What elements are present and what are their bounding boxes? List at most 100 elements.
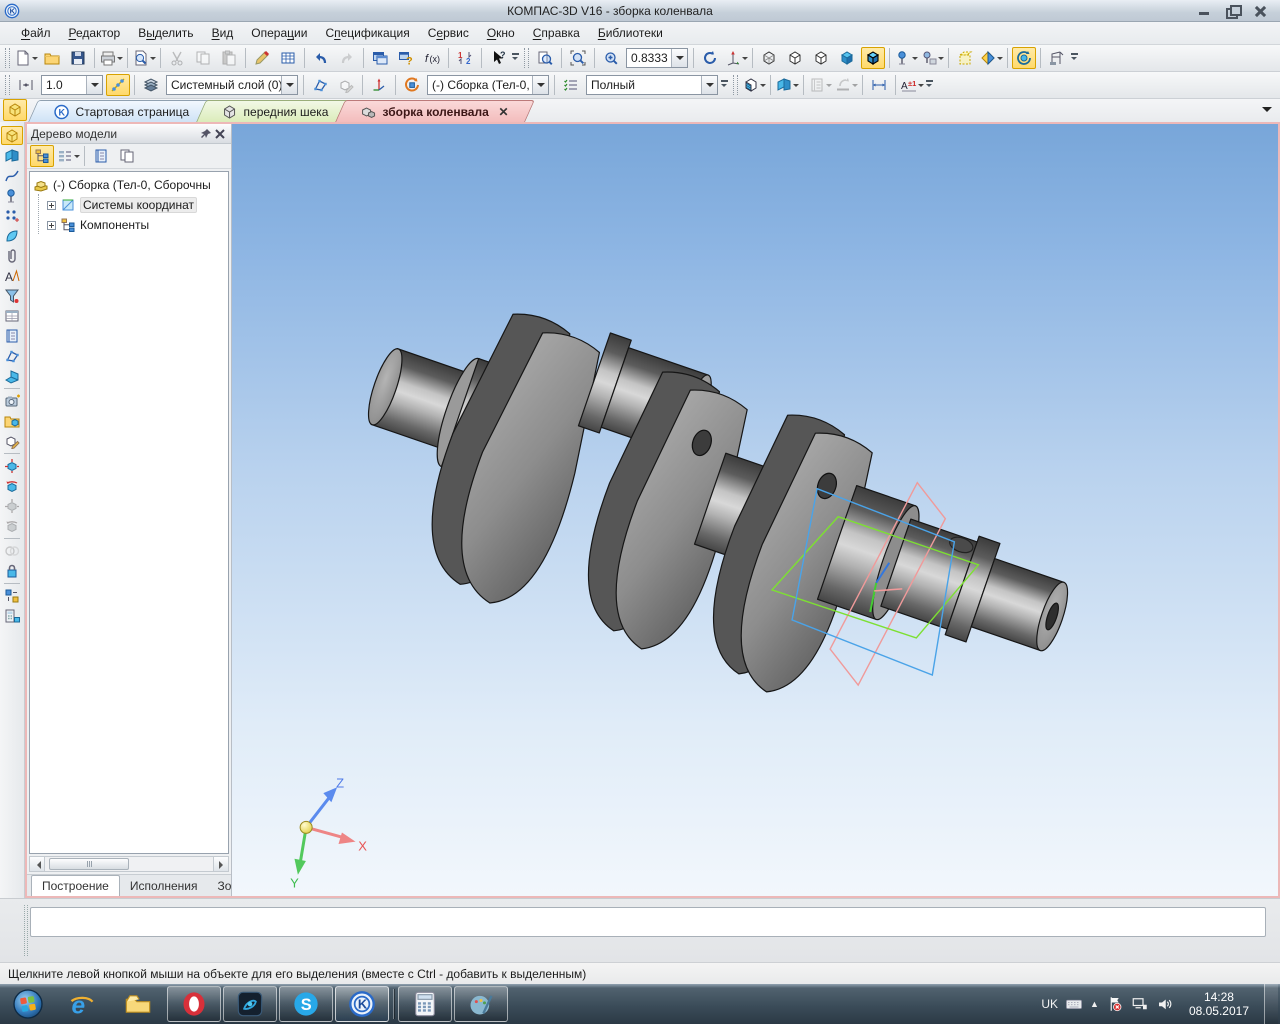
dropdown-caret-icon[interactable] — [912, 50, 917, 66]
dropdown-caret-icon[interactable] — [826, 77, 831, 93]
spatial-curves-button[interactable] — [1, 166, 23, 185]
window-manager-button[interactable] — [368, 47, 392, 69]
undo-button[interactable] — [309, 47, 333, 69]
points-array-button[interactable] — [1, 206, 23, 225]
current-model-dropdown-icon[interactable] — [532, 76, 548, 94]
new-document-button[interactable] — [14, 47, 38, 69]
variables-button[interactable] — [420, 47, 444, 69]
language-indicator[interactable]: UK — [1041, 997, 1058, 1011]
new-model-button[interactable] — [3, 99, 27, 121]
hidden-lines-display-button[interactable] — [783, 47, 807, 69]
detail-level-dropdown-icon[interactable] — [701, 76, 717, 94]
parameterization-button[interactable] — [1, 346, 23, 365]
edit-in-place-button[interactable] — [1, 431, 23, 450]
dropdown-caret-icon[interactable] — [852, 77, 857, 93]
toolbar-overflow-button[interactable] — [925, 75, 935, 95]
toolbar-overflow-button[interactable] — [1070, 48, 1080, 68]
hidden-lines-thin-display-button[interactable] — [809, 47, 833, 69]
refresh-image-button[interactable] — [698, 47, 722, 69]
menu-view[interactable]: Вид — [203, 23, 243, 43]
detail-level-combo[interactable]: Полный — [586, 75, 718, 95]
toolbar-overflow-button[interactable] — [720, 75, 730, 95]
close-button[interactable] — [1252, 4, 1270, 18]
dropdown-caret-icon[interactable] — [742, 50, 747, 66]
reports-button[interactable] — [1, 306, 23, 325]
current-layer-dropdown-icon[interactable] — [281, 76, 297, 94]
property-bar-grip[interactable] — [24, 905, 28, 956]
move-component-button[interactable] — [1, 456, 23, 475]
zoom-in-box-button[interactable] — [599, 47, 623, 69]
tree-composition-button[interactable] — [56, 145, 80, 167]
rebuild-model-button[interactable] — [400, 74, 424, 96]
scale-dropdown-icon[interactable] — [671, 49, 687, 67]
minimize-button[interactable] — [1196, 4, 1214, 18]
menu-operations[interactable]: Операции — [242, 23, 316, 43]
taskbar-paint[interactable] — [454, 986, 508, 1022]
display-modes-button[interactable] — [979, 47, 1003, 69]
dropdown-caret-icon[interactable] — [150, 50, 155, 66]
hidden-icons-button[interactable]: ▲ — [1090, 999, 1099, 1009]
snap-points-button[interactable] — [106, 74, 130, 96]
help-topics-button[interactable] — [394, 47, 418, 69]
edit-component-button[interactable] — [1, 126, 23, 145]
model-section-button[interactable] — [742, 74, 766, 96]
component-sets-button[interactable] — [1, 586, 23, 605]
specification-tools-button[interactable] — [1, 326, 23, 345]
step-value-combo[interactable]: 1.0 — [41, 75, 103, 95]
capture-image-button[interactable] — [1, 391, 23, 410]
toolbar-grip[interactable] — [524, 48, 529, 68]
dropdown-caret-icon[interactable] — [918, 77, 923, 93]
wireframe-display-button[interactable] — [757, 47, 781, 69]
taskbar-windows-explorer[interactable] — [111, 986, 165, 1022]
taskbar-calculator[interactable] — [398, 986, 452, 1022]
menu-service[interactable]: Сервис — [419, 23, 478, 43]
local-cs-button[interactable] — [367, 74, 391, 96]
action-center-icon[interactable] — [1106, 995, 1124, 1013]
layers-button[interactable] — [139, 74, 163, 96]
exchange-order-button[interactable] — [453, 47, 477, 69]
open-document-button[interactable] — [40, 47, 64, 69]
tolerances-button[interactable] — [900, 74, 924, 96]
show-desktop-button[interactable] — [1264, 984, 1278, 1024]
print-preview-button[interactable] — [132, 47, 156, 69]
model-tree[interactable]: (-) Сборка (Тел-0, Сборочны Системы коор… — [29, 171, 229, 854]
document-tab-part[interactable]: передния шека — [201, 100, 350, 122]
dimensions-button[interactable] — [867, 74, 891, 96]
rotate-model-button[interactable] — [1012, 47, 1036, 69]
measurements-button[interactable] — [1, 266, 23, 285]
tree-item-components[interactable]: Компоненты — [33, 215, 228, 235]
restore-button[interactable] — [1224, 4, 1242, 18]
toolbar-overflow-button[interactable] — [511, 48, 521, 68]
current-model-combo[interactable]: (-) Сборка (Тел-0, С — [427, 75, 549, 95]
taskbar-cad-viewer[interactable] — [223, 986, 277, 1022]
simplified-display-button[interactable] — [894, 47, 918, 69]
properties-button[interactable] — [276, 47, 300, 69]
grid-step-button[interactable] — [14, 74, 38, 96]
dimensions-cube-button[interactable] — [953, 47, 977, 69]
pin-icon[interactable] — [199, 127, 213, 141]
filters-button[interactable] — [1, 286, 23, 305]
taskbar-kompas-3d[interactable] — [335, 986, 389, 1022]
document-tab-asm[interactable]: зборка коленвала✕ — [340, 100, 530, 122]
tree-additional-window-button[interactable] — [115, 145, 139, 167]
current-layer-combo[interactable]: Системный слой (0) — [166, 75, 298, 95]
copy-properties-button[interactable] — [250, 47, 274, 69]
menu-libraries[interactable]: Библиотеки — [589, 23, 672, 43]
menu-specification[interactable]: Спецификация — [316, 23, 418, 43]
panel-close-icon[interactable] — [213, 127, 227, 141]
fix-component-button[interactable] — [1, 561, 23, 580]
objects-list-button[interactable] — [559, 74, 583, 96]
taskbar-skype[interactable] — [279, 986, 333, 1022]
menu-help[interactable]: Справка — [524, 23, 589, 43]
taskbar-internet-explorer[interactable] — [55, 986, 109, 1022]
context-help-button[interactable] — [486, 47, 510, 69]
scale-combo[interactable]: 0.8333 — [626, 48, 688, 68]
dropdown-caret-icon[interactable] — [32, 50, 37, 66]
scroll-left-icon[interactable] — [30, 857, 45, 871]
dropdown-caret-icon[interactable] — [997, 50, 1002, 66]
tab-list-button[interactable] — [1262, 107, 1272, 117]
tree-tab-1[interactable]: Исполнения — [120, 876, 208, 896]
solid-modeling-button[interactable] — [1, 146, 23, 165]
taskbar-opera[interactable] — [167, 986, 221, 1022]
auxiliary-geometry-button[interactable] — [1, 186, 23, 205]
